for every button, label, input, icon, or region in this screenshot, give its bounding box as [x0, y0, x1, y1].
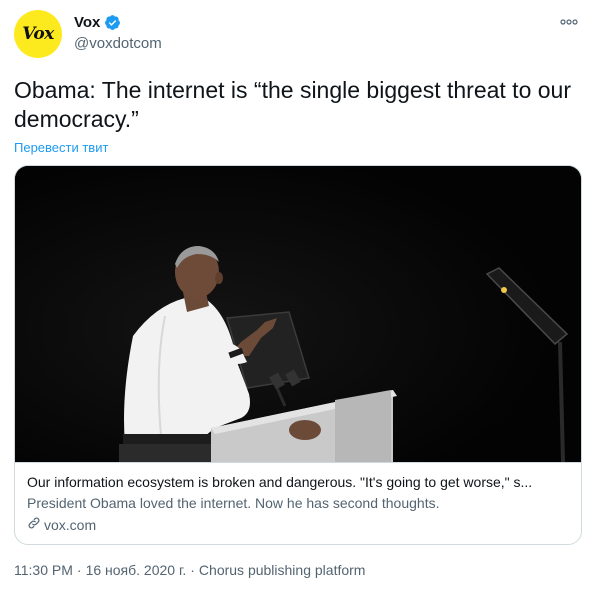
avatar[interactable]: Vox	[14, 10, 62, 58]
tweet-source[interactable]: Chorus publishing platform	[199, 562, 366, 578]
card-title[interactable]: Our information ecosystem is broken and …	[27, 473, 569, 491]
translate-tweet-link[interactable]: Перевести твит	[14, 140, 108, 155]
card-domain-text: vox.com	[44, 517, 97, 533]
display-name[interactable]: Vox	[74, 14, 100, 31]
tweet-date[interactable]: 16 нояб. 2020 г.	[86, 562, 187, 578]
card-info[interactable]: Our information ecosystem is broken and …	[15, 462, 581, 544]
meta-separator: ·	[76, 562, 82, 578]
card-domain[interactable]: vox.com	[27, 516, 569, 534]
user-handle[interactable]: @voxdotcom	[74, 35, 162, 52]
tweet-time[interactable]: 11:30 PM	[14, 562, 73, 578]
tweet-meta: 11:30 PM · 16 нояб. 2020 г. · Chorus pub…	[14, 562, 365, 578]
tweet: Vox Vox @voxdotcom Obama: The internet i…	[0, 0, 593, 591]
card-image[interactable]	[15, 166, 581, 462]
speaker-photo-icon	[15, 166, 581, 462]
verified-badge-icon	[104, 14, 121, 31]
avatar-logo-text: Vox	[22, 24, 54, 44]
more-options-icon[interactable]	[558, 12, 580, 32]
tweet-text: Obama: The internet is “the single bigge…	[14, 77, 571, 132]
card-description[interactable]: President Obama loved the internet. Now …	[27, 494, 569, 512]
meta-separator: ·	[190, 562, 195, 578]
author-name-row[interactable]: Vox	[74, 14, 121, 31]
link-icon	[27, 516, 41, 534]
link-card[interactable]: Our information ecosystem is broken and …	[14, 165, 582, 545]
